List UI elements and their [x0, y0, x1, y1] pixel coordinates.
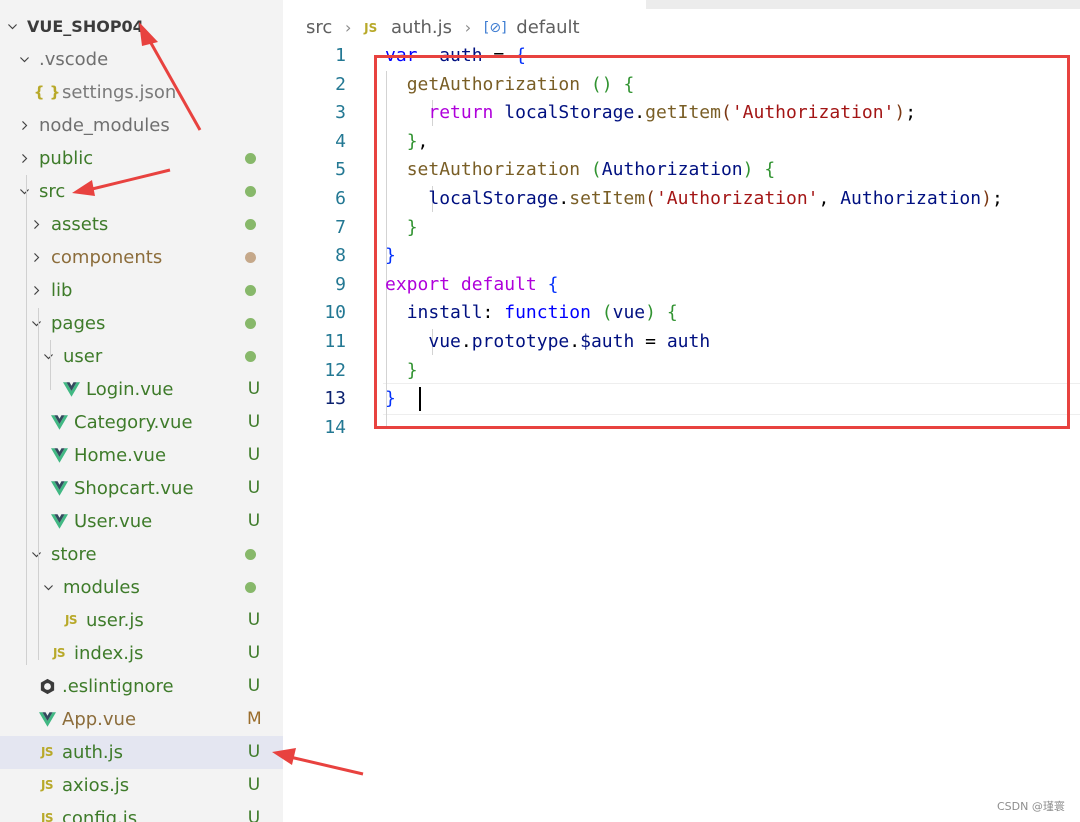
arrow-head [272, 748, 296, 765]
watermark: CSDN @瑾寰 [997, 800, 1065, 813]
annotation-arrows [72, 22, 364, 776]
arrow-head [72, 180, 95, 196]
arrow-head [139, 22, 158, 46]
